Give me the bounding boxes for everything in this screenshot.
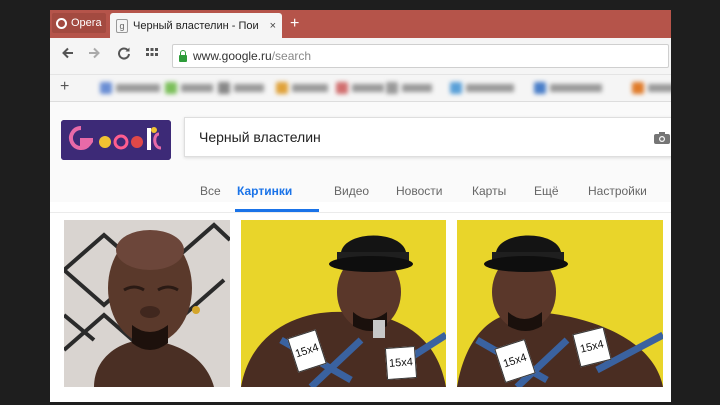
tab-images[interactable]: Картинки [237,184,292,198]
reload-icon [118,47,130,60]
close-tab-icon[interactable]: × [270,20,276,32]
bookmark-favicon-icon [100,82,112,94]
search-tabs: Все Картинки Видео Новости Карты Ещё Нас… [50,184,671,208]
tab-settings[interactable]: Настройки [588,184,647,198]
opera-logo-icon [56,17,67,29]
bookmark-favicon-icon [336,82,348,94]
blurred-bookmark[interactable] [632,80,671,96]
blurred-bookmark[interactable] [165,80,213,96]
blurred-bookmark[interactable] [336,80,384,96]
tab-all[interactable]: Все [200,184,221,198]
speed-dial-button[interactable] [142,46,162,66]
header-divider [50,212,671,213]
search-header: Черный властелин Все Картинки Видео Ново… [50,102,671,213]
tab-maps[interactable]: Карты [472,184,506,198]
result-photo-man-icon [64,220,230,387]
url-path: /search [271,49,312,63]
grid-icon [146,48,158,56]
camera-icon [654,132,670,144]
back-arrow-icon [62,47,73,59]
bookmark-favicon-icon [276,82,288,94]
blurred-bookmark[interactable] [276,80,328,96]
tab-google-search[interactable]: g Черный властелин - Пои × [110,13,282,38]
tab-title: Черный властелин - Пои [133,19,259,32]
bookmarks-bar: + [50,75,671,102]
google-favicon-icon: g [116,18,128,33]
opera-menu-button[interactable]: Opera [52,13,106,33]
search-by-image-button[interactable] [653,131,671,145]
bookmark-favicon-icon [218,82,230,94]
image-result-1[interactable] [64,220,230,387]
image-result-3[interactable] [457,220,663,387]
forward-button[interactable] [84,46,104,66]
blurred-bookmark[interactable] [450,80,514,96]
google-doodle-logo[interactable] [61,120,171,160]
opera-menu-label: Opera [71,17,102,29]
tab-news[interactable]: Новости [396,184,442,198]
sticker-label: 15x4 [384,345,418,381]
url-host: www.google.ru [193,49,272,63]
blurred-bookmark[interactable] [100,80,160,96]
back-button[interactable] [58,46,78,66]
blurred-bookmark[interactable] [534,80,602,96]
bookmark-favicon-icon [386,82,398,94]
result-photo-leather-icon [457,220,663,387]
reload-button[interactable] [114,46,134,66]
bookmark-favicon-icon [165,82,177,94]
secure-lock-icon [179,49,187,62]
doodle-artwork-icon [61,120,171,160]
search-input[interactable]: Черный властелин [184,117,671,157]
tab-video[interactable]: Видео [334,184,369,198]
bookmark-favicon-icon [632,82,644,94]
bookmark-favicon-icon [534,82,546,94]
forward-arrow-icon [89,47,100,59]
address-bar[interactable]: www.google.ru/search [172,44,669,68]
blurred-bookmark[interactable] [218,80,264,96]
bookmark-favicon-icon [450,82,462,94]
new-tab-button[interactable]: + [290,15,299,33]
add-bookmark-button[interactable]: + [60,78,69,96]
address-toolbar: www.google.ru/search [50,38,671,75]
title-bar: Opera g Черный властелин - Пои × + [50,10,671,38]
tab-more[interactable]: Ещё [534,184,559,198]
blurred-bookmark[interactable] [386,80,432,96]
